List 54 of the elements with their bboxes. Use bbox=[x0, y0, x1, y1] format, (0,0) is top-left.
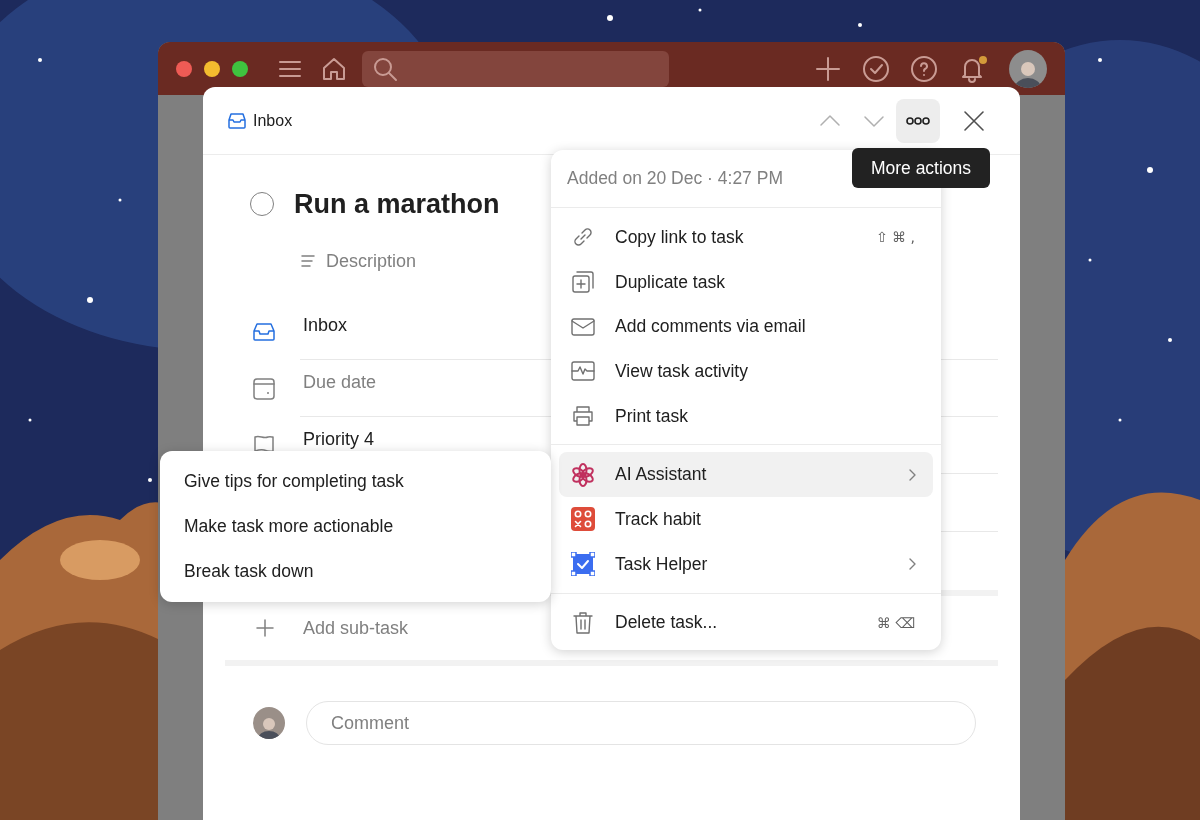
more-button[interactable] bbox=[896, 98, 940, 143]
menu-item[interactable]: Break task down bbox=[166, 549, 545, 594]
task-title: Run a marathon bbox=[294, 188, 500, 220]
menu-item-label: Add comments via email bbox=[615, 316, 807, 338]
help-icon[interactable] bbox=[909, 53, 939, 84]
checkbox-icon bbox=[571, 552, 595, 577]
comment-field[interactable]: Comment bbox=[306, 701, 976, 745]
shortcut-text: ⌘ ⌫ bbox=[876, 614, 915, 631]
trash-icon bbox=[571, 610, 595, 635]
menu-item-label: Copy link to task bbox=[615, 226, 745, 248]
menu-item-label: Track habit bbox=[615, 508, 702, 530]
activity-icon bbox=[571, 359, 595, 384]
tooltip: More actions bbox=[852, 148, 990, 188]
attribute-field[interactable]: Due date bbox=[303, 372, 377, 392]
menu-item-label: Print task bbox=[615, 405, 689, 427]
calendar-icon bbox=[252, 376, 276, 401]
more-icon bbox=[906, 116, 930, 125]
menu-item-label: Delete task... bbox=[615, 612, 719, 634]
menu-item[interactable]: AI Assistant bbox=[559, 452, 933, 498]
close-icon bbox=[962, 108, 986, 133]
printer-icon bbox=[571, 404, 595, 429]
menu-item[interactable]: Duplicate task bbox=[559, 259, 933, 305]
menu-item-label: View task activity bbox=[615, 360, 749, 382]
menu-item[interactable]: Track habit bbox=[559, 497, 933, 542]
menu-item[interactable]: Give tips for completing task bbox=[166, 459, 545, 504]
window-control[interactable] bbox=[232, 60, 248, 77]
menu-item[interactable]: Add comments via email bbox=[559, 304, 933, 350]
menu-item-label: Task Helper bbox=[615, 553, 709, 575]
menu-item-label: Duplicate task bbox=[615, 271, 726, 293]
attribute-field[interactable]: Inbox bbox=[303, 315, 348, 335]
menu-item[interactable]: Task Helper bbox=[559, 541, 933, 587]
project-name: Inbox bbox=[253, 111, 293, 130]
description-placeholder[interactable]: Description bbox=[326, 250, 417, 272]
avatar[interactable] bbox=[1009, 49, 1047, 88]
duplicate-icon bbox=[571, 270, 595, 295]
search-field[interactable] bbox=[362, 50, 669, 87]
inbox-icon bbox=[227, 110, 247, 131]
habit-icon bbox=[571, 507, 595, 532]
menu-item[interactable]: Delete task... ⌘ ⌫ bbox=[559, 600, 933, 646]
menu-item[interactable]: Copy link to task ⇧ ⌘ , bbox=[559, 215, 933, 260]
lines-icon bbox=[300, 253, 316, 269]
attribute-field[interactable]: Priority 4 bbox=[303, 429, 374, 449]
menu-item[interactable]: Print task bbox=[559, 393, 933, 439]
window-control[interactable] bbox=[176, 60, 192, 77]
menu-item-label: AI Assistant bbox=[615, 464, 708, 486]
shortcut-text: ⇧ ⌘ , bbox=[875, 229, 915, 246]
add-subtask-button[interactable]: Add sub-task bbox=[300, 617, 409, 639]
menu-item[interactable]: View task activity bbox=[559, 349, 933, 394]
menu-item[interactable]: Make task more actionable bbox=[166, 504, 545, 549]
search-icon bbox=[372, 55, 398, 82]
check-circle-icon[interactable] bbox=[861, 53, 891, 84]
plus-icon bbox=[256, 619, 274, 637]
window-control[interactable] bbox=[204, 60, 220, 77]
person-silhouette-icon bbox=[257, 715, 281, 739]
